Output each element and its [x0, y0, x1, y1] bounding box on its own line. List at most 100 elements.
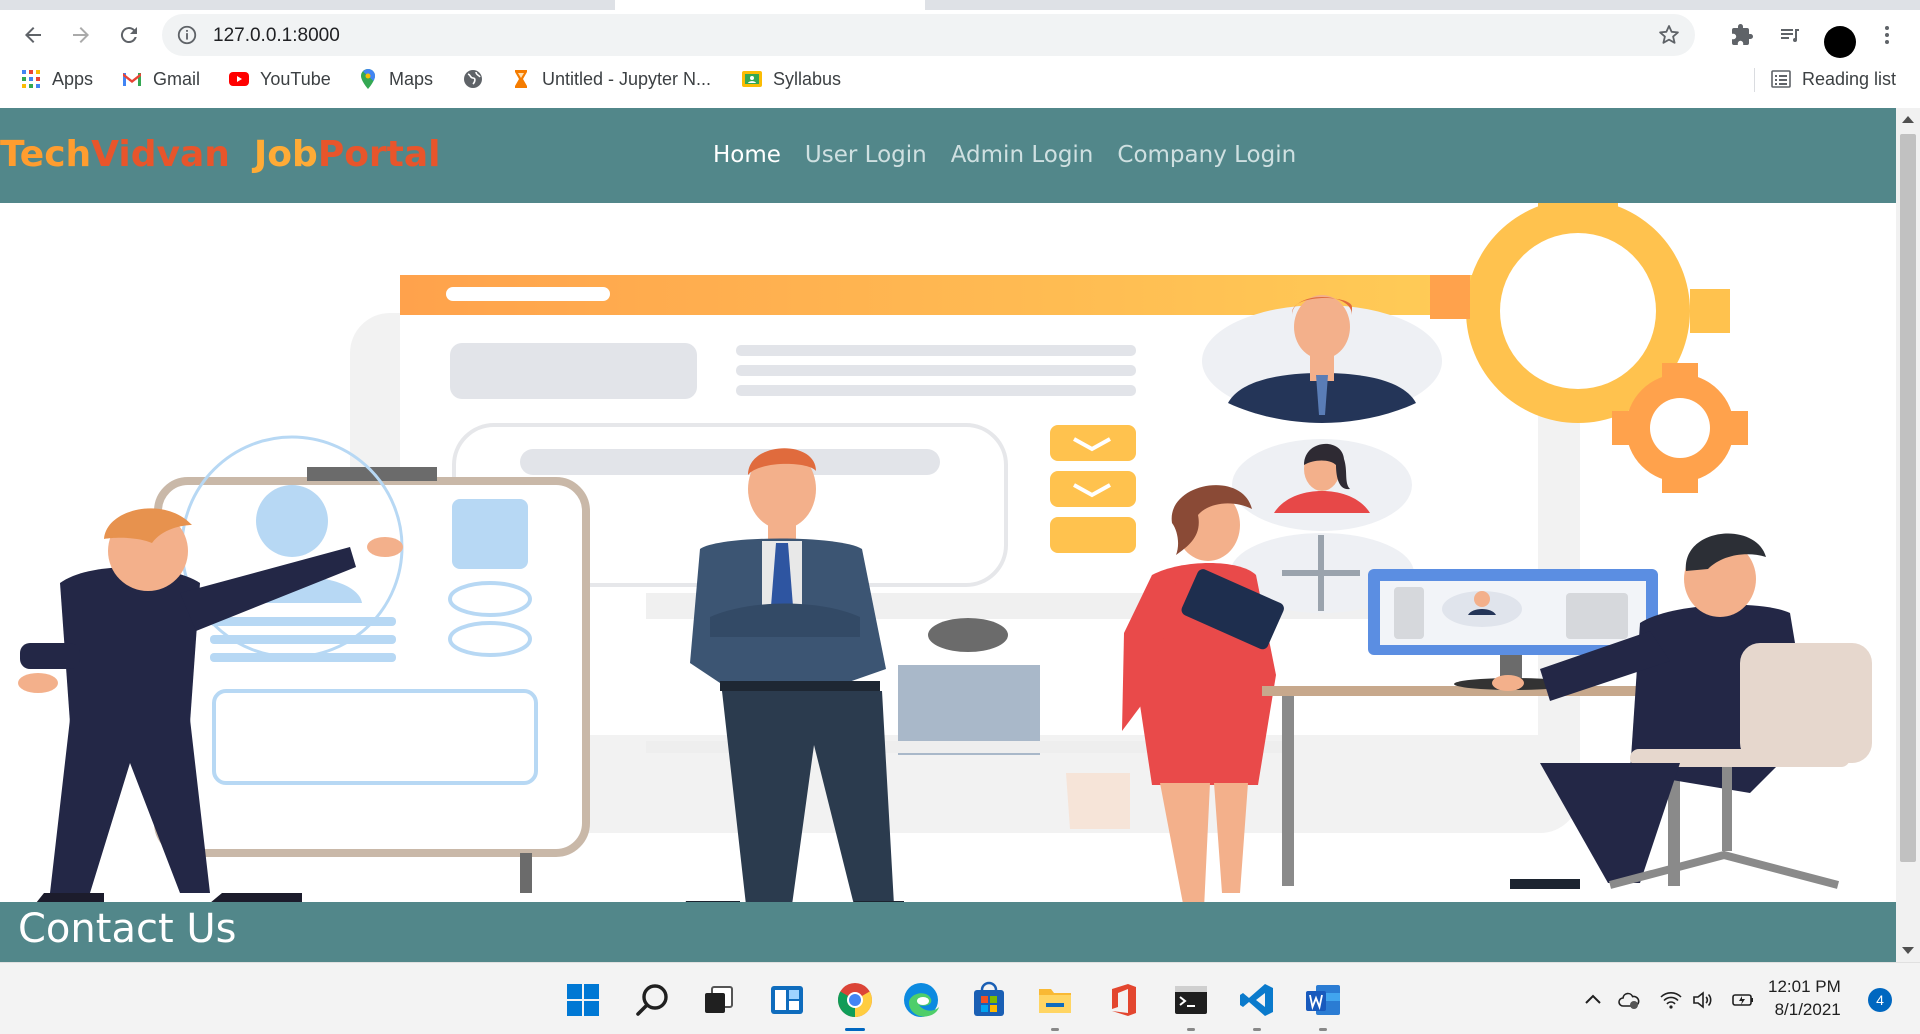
reading-list-button[interactable]: Reading list	[1770, 62, 1896, 96]
battery-tray[interactable]	[1730, 987, 1756, 1013]
bookmark-jupyter[interactable]: Untitled - Jupyter N...	[510, 62, 711, 96]
bookmark-syllabus[interactable]: Syllabus	[741, 62, 841, 96]
site-navbar: TechVidvan JobPortal Home User Login Admi…	[0, 108, 1896, 203]
bookmark-label: Untitled - Jupyter N...	[542, 68, 712, 89]
word-icon	[1306, 985, 1340, 1015]
classroom-icon	[742, 71, 762, 87]
page-scrollbar[interactable]	[1896, 108, 1920, 962]
notification-badge[interactable]: 4	[1868, 988, 1892, 1012]
store-icon	[974, 981, 1004, 1016]
widgets-icon	[771, 986, 803, 1014]
battery-charging-icon	[1732, 994, 1753, 1006]
taskbar-store[interactable]	[970, 981, 1008, 1019]
bookmark-apps[interactable]: Apps	[20, 62, 93, 96]
nav-user-login[interactable]: User Login	[805, 142, 927, 168]
taskbar-chrome[interactable]	[836, 981, 874, 1031]
widgets-button[interactable]	[768, 981, 806, 1019]
terminal-icon	[1175, 986, 1207, 1014]
windows-start-icon	[567, 984, 599, 1016]
file-explorer-icon	[1039, 989, 1071, 1013]
forward-button[interactable]	[64, 18, 98, 52]
reading-list-icon	[1771, 70, 1791, 88]
hourglass-icon	[515, 70, 527, 88]
back-arrow-icon	[25, 27, 41, 43]
maps-pin-icon	[361, 69, 375, 89]
show-hidden-icons-button[interactable]	[1580, 987, 1606, 1013]
logo-vidvan: Vidvan	[91, 134, 230, 175]
nav-admin-login[interactable]: Admin Login	[951, 142, 1094, 168]
bookmark-maps[interactable]: Maps	[357, 62, 433, 96]
bookmark-youtube[interactable]: YouTube	[228, 62, 331, 96]
scroll-up-arrow-icon[interactable]	[1902, 116, 1914, 123]
nav-company-login[interactable]: Company Login	[1117, 142, 1296, 168]
taskbar-file-explorer[interactable]	[1036, 981, 1074, 1031]
page-viewport: TechVidvan JobPortal Home User Login Admi…	[0, 108, 1896, 962]
taskbar-terminal[interactable]	[1172, 981, 1210, 1031]
onedrive-tray[interactable]	[1616, 987, 1642, 1013]
menu-button[interactable]	[1870, 18, 1904, 52]
globe-icon	[464, 70, 482, 88]
address-bar[interactable]: 127.0.0.1:8000	[162, 14, 1695, 56]
youtube-icon	[229, 72, 249, 86]
vscode-icon	[1240, 984, 1273, 1016]
chevron-up-icon	[1585, 994, 1601, 1004]
clock-date: 8/1/2021	[1774, 1000, 1841, 1019]
wifi-icon	[1660, 992, 1682, 1009]
site-logo[interactable]: TechVidvan JobPortal	[0, 134, 441, 175]
bookmark-gmail[interactable]: Gmail	[121, 62, 200, 96]
cloud-icon	[1618, 992, 1640, 1009]
speaker-icon	[1693, 991, 1712, 1009]
back-button[interactable]	[16, 18, 50, 52]
volume-tray[interactable]	[1690, 987, 1716, 1013]
bookmarks-divider	[1754, 68, 1755, 92]
bookmark-star-icon[interactable]	[1657, 23, 1681, 47]
playlist-icon	[1781, 29, 1799, 42]
bookmark-label: Maps	[389, 68, 434, 89]
hero-illustration	[18, 203, 1872, 903]
taskbar-vscode[interactable]	[1238, 981, 1276, 1031]
taskbar-word[interactable]	[1304, 981, 1342, 1031]
start-button[interactable]	[564, 981, 602, 1019]
scrollbar-thumb[interactable]	[1900, 134, 1916, 862]
nav-links: Home User Login Admin Login Company Logi…	[713, 142, 1296, 168]
bookmarks-bar: Apps Gmail YouTube Maps Untitled - Jupyt…	[0, 62, 1920, 109]
chrome-icon	[838, 983, 872, 1017]
reload-icon	[120, 27, 137, 44]
contact-section-header: Contact Us	[0, 902, 1896, 962]
active-tab[interactable]	[615, 0, 925, 10]
office-icon	[1112, 984, 1136, 1016]
bookmark-label: Apps	[52, 68, 94, 89]
windows-taskbar: 12:01 PM 8/1/2021 4	[0, 962, 1920, 1034]
clock-time: 12:01 PM	[1768, 977, 1841, 996]
logo-job: Job	[253, 134, 318, 175]
forward-arrow-icon	[73, 27, 89, 43]
taskbar-edge[interactable]	[902, 981, 940, 1019]
media-control-button[interactable]	[1773, 18, 1807, 52]
url-text: 127.0.0.1:8000	[213, 25, 340, 46]
taskbar-office[interactable]	[1104, 981, 1142, 1019]
bookmark-globe[interactable]	[462, 62, 494, 96]
gmail-icon	[123, 73, 141, 86]
taskbar-search-button[interactable]	[634, 981, 672, 1019]
scroll-down-arrow-icon[interactable]	[1902, 947, 1914, 954]
presenter-illustration	[18, 435, 590, 903]
task-view-icon	[705, 986, 733, 1013]
apps-grid-icon	[22, 70, 40, 88]
tab-strip	[0, 0, 1920, 10]
logo-portal: Portal	[317, 134, 441, 175]
nav-home[interactable]: Home	[713, 142, 781, 168]
reload-button[interactable]	[112, 18, 146, 52]
bookmark-label: YouTube	[260, 68, 331, 89]
edge-icon	[904, 983, 939, 1017]
logo-tech: Tech	[0, 134, 92, 175]
extensions-button[interactable]	[1725, 18, 1759, 52]
contact-title: Contact Us	[18, 906, 237, 952]
info-icon[interactable]	[176, 24, 198, 46]
task-view-button[interactable]	[700, 981, 738, 1019]
wifi-tray[interactable]	[1658, 987, 1684, 1013]
bookmark-label: Gmail	[153, 68, 201, 89]
profile-avatar[interactable]	[1824, 26, 1856, 58]
browser-toolbar: 127.0.0.1:8000	[0, 10, 1920, 62]
taskbar-clock[interactable]: 12:01 PM 8/1/2021	[1768, 975, 1841, 1021]
search-icon	[636, 984, 668, 1016]
